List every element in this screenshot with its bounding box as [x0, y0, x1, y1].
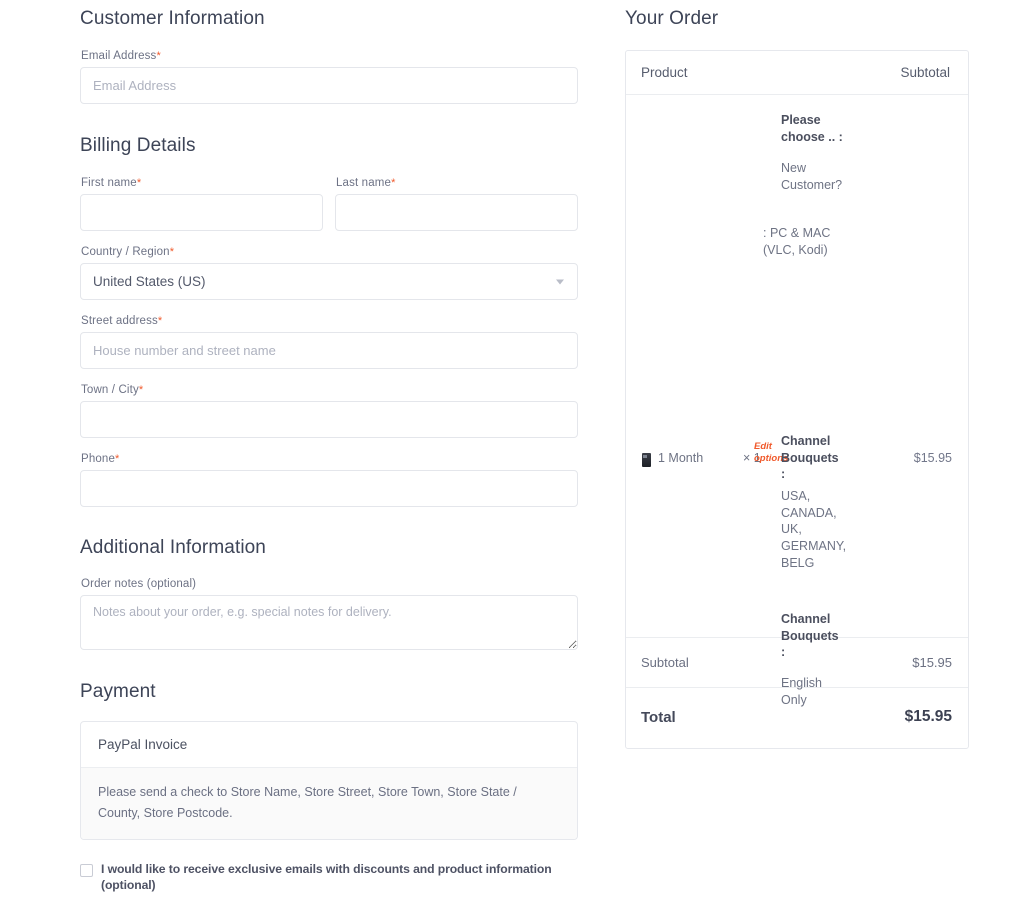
- order-summary-column: Your Order Product Subtotal Please choos…: [625, 0, 969, 749]
- marketing-consent-checkbox[interactable]: [80, 864, 93, 878]
- last-name-label: Last name*: [336, 177, 396, 189]
- order-notes-textarea[interactable]: [80, 595, 578, 650]
- billing-details-section: Billing Details First name* Last name* C…: [80, 135, 578, 507]
- order-attr-2-value: English Only: [781, 676, 822, 707]
- marketing-consent-row[interactable]: I would like to receive exclusive emails…: [80, 862, 578, 893]
- payment-section: Payment PayPal Invoice Please send a che…: [80, 681, 578, 841]
- city-input[interactable]: [80, 401, 578, 438]
- street-address-label: Street address*: [81, 315, 163, 327]
- order-meta-please-choose: Please choose .. :: [781, 113, 843, 144]
- order-total-label: Total: [641, 708, 676, 726]
- order-notes-label: Order notes (optional): [81, 578, 197, 590]
- additional-information-heading: Additional Information: [80, 537, 266, 558]
- checkout-page: Customer Information Email Address* Emai…: [0, 0, 1024, 913]
- required-asterisk: *: [169, 246, 175, 258]
- name-row: First name* Last name*: [80, 177, 578, 231]
- chevron-down-icon: [556, 279, 564, 284]
- city-label: Town / City*: [81, 384, 144, 396]
- country-selected-value: United States (US): [93, 274, 206, 289]
- country-label: Country / Region*: [81, 246, 175, 258]
- column-header-subtotal: Subtotal: [900, 65, 950, 80]
- payment-method-description: Please send a check to Store Name, Store…: [81, 768, 577, 840]
- last-name-group: Last name*: [335, 177, 578, 231]
- order-subtotal-value: $15.95: [912, 655, 952, 670]
- first-name-input[interactable]: [80, 194, 323, 231]
- required-asterisk: *: [136, 177, 142, 189]
- customer-information-heading: Customer Information: [80, 8, 265, 29]
- phone-input[interactable]: [80, 470, 578, 507]
- order-meta-new-customer: New Customer?: [781, 161, 843, 192]
- required-asterisk: *: [138, 384, 144, 396]
- order-attr-2-name: Channel Bouquets :: [781, 612, 839, 660]
- order-subtotal-label: Subtotal: [641, 655, 689, 670]
- required-asterisk: *: [156, 50, 161, 62]
- order-item-name: 1 Month: [658, 451, 704, 465]
- country-select[interactable]: United States (US): [80, 263, 578, 300]
- customer-information-section: Customer Information Email Address* Emai…: [80, 0, 578, 104]
- checkout-form-column: Customer Information Email Address* Emai…: [80, 0, 578, 913]
- order-summary-box: Product Subtotal Please choose .. : New …: [625, 50, 969, 749]
- order-meta-platform: : PC & MAC (VLC, Kodi): [763, 226, 831, 257]
- email-placeholder: Email Address: [93, 78, 177, 93]
- order-attr-1-value: USA, CANADA, UK, GERMANY, BELG: [781, 489, 847, 570]
- payment-method-paypal-invoice[interactable]: PayPal Invoice: [81, 722, 577, 768]
- required-asterisk: *: [115, 453, 120, 465]
- column-header-product: Product: [641, 65, 688, 80]
- email-label: Email Address*: [81, 50, 161, 62]
- billing-details-heading: Billing Details: [80, 135, 196, 156]
- order-table-header: Product Subtotal: [626, 51, 968, 95]
- first-name-group: First name*: [80, 177, 323, 231]
- street-address-placeholder: House number and street name: [93, 343, 276, 358]
- order-item-price: $15.95: [913, 451, 952, 465]
- order-total-value: $15.95: [904, 708, 952, 725]
- product-thumbnail-icon: [642, 453, 651, 467]
- payment-methods-box: PayPal Invoice Please send a check to St…: [80, 721, 578, 841]
- last-name-input[interactable]: [335, 194, 578, 231]
- first-name-label: First name*: [81, 177, 142, 189]
- marketing-consent-label: I would like to receive exclusive emails…: [101, 862, 552, 892]
- phone-label: Phone*: [81, 453, 120, 465]
- order-attr-1-name: Channel Bouquets :: [781, 434, 839, 482]
- email-field[interactable]: Email Address: [80, 67, 578, 104]
- additional-information-section: Additional Information Order notes (opti…: [80, 537, 578, 655]
- order-items-region: Please choose .. : New Customer? : PC & …: [626, 95, 968, 707]
- required-asterisk: *: [391, 177, 396, 189]
- payment-heading: Payment: [80, 681, 156, 702]
- required-asterisk: *: [157, 315, 163, 327]
- your-order-heading: Your Order: [625, 8, 719, 29]
- street-address-input[interactable]: House number and street name: [80, 332, 578, 369]
